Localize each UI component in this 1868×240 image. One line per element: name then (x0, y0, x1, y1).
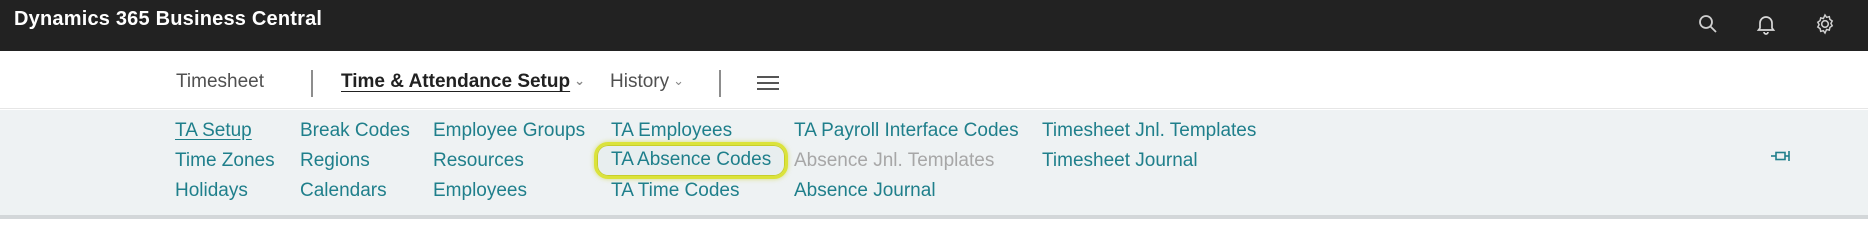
nav-history[interactable]: History ⌄ (610, 71, 684, 93)
link-timesheet-journal[interactable]: Timesheet Journal (1042, 150, 1198, 172)
link-holidays[interactable]: Holidays (175, 180, 248, 202)
nav-history-label: History (610, 71, 670, 92)
link-timesheet-jnl-templates[interactable]: Timesheet Jnl. Templates (1042, 120, 1256, 142)
hamburger-menu-icon[interactable] (757, 76, 779, 92)
pin-icon[interactable] (1770, 150, 1790, 162)
chevron-down-icon: ⌄ (673, 73, 685, 88)
link-employee-groups[interactable]: Employee Groups (433, 120, 585, 142)
link-calendars[interactable]: Calendars (300, 180, 387, 202)
app-title: Dynamics 365 Business Central (14, 8, 323, 30)
link-regions[interactable]: Regions (300, 150, 370, 172)
top-app-bar: Dynamics 365 Business Central (0, 0, 1868, 51)
link-ta-time-codes[interactable]: TA Time Codes (611, 180, 739, 202)
nav-timesheet[interactable]: Timesheet (176, 71, 264, 93)
bell-icon[interactable] (1754, 12, 1778, 36)
chevron-down-icon: ⌄ (574, 73, 586, 88)
link-absence-jnl-templates: Absence Jnl. Templates (794, 150, 995, 171)
link-time-zones[interactable]: Time Zones (175, 150, 275, 172)
nav-divider (311, 70, 313, 97)
link-ta-setup[interactable]: TA Setup (175, 120, 252, 142)
nav-ta-setup-label: Time & Attendance Setup (341, 71, 571, 92)
link-absence-journal[interactable]: Absence Journal (794, 180, 936, 202)
nav-timesheet-label: Timesheet (176, 71, 264, 92)
link-ta-employees[interactable]: TA Employees (611, 120, 732, 142)
nav-ta-setup[interactable]: Time & Attendance Setup ⌄ (341, 71, 585, 93)
search-icon[interactable] (1696, 12, 1720, 36)
navigation-bar: Timesheet Time & Attendance Setup ⌄ Histo… (0, 51, 1868, 109)
link-resources[interactable]: Resources (433, 150, 524, 172)
nav-divider (719, 70, 721, 97)
link-break-codes[interactable]: Break Codes (300, 120, 410, 142)
link-ta-payroll-interface-codes[interactable]: TA Payroll Interface Codes (794, 120, 1019, 142)
subnavigation-panel: TA Setup Time Zones Holidays Break Codes… (0, 110, 1868, 215)
link-ta-absence-codes[interactable]: TA Absence Codes (594, 142, 789, 179)
link-employees[interactable]: Employees (433, 180, 527, 202)
gear-icon[interactable] (1813, 12, 1837, 36)
bottom-divider (0, 215, 1868, 219)
